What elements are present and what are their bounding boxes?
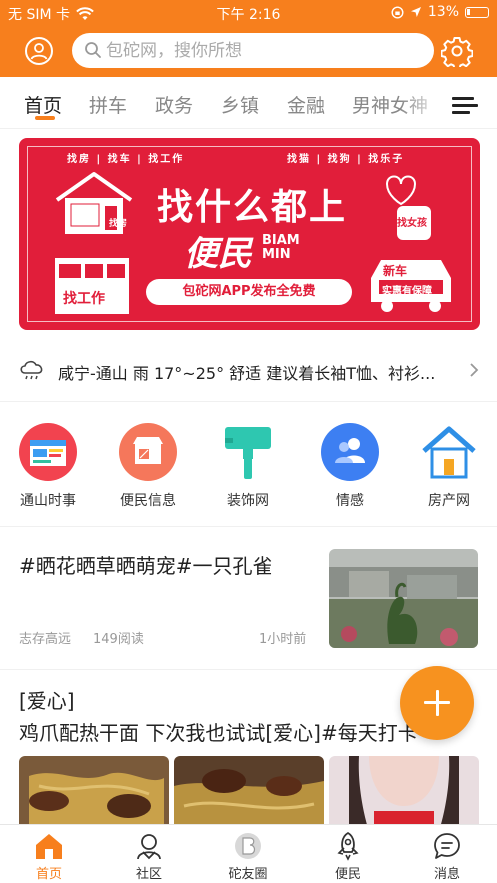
rocket-icon — [337, 832, 359, 861]
weather-bar[interactable]: 咸宁-通山 雨 17°~25° 舒适 建议着长袖T恤、衬衫... — [0, 340, 497, 402]
bottom-nav: 首页 社区 砣友圈 便民 消息 — [0, 824, 497, 883]
banner-sub-en-1: BIAM — [262, 233, 300, 248]
tab-government[interactable]: 政务 — [155, 91, 193, 118]
tabs-menu-button[interactable] — [452, 97, 478, 114]
banner-heart-tag: 找女孩 — [397, 218, 427, 229]
gear-icon — [440, 37, 474, 70]
nav-messages[interactable]: 消息 — [412, 831, 482, 882]
location-arrow-icon — [410, 7, 421, 17]
food-photo — [174, 756, 324, 831]
promo-banner[interactable]: 找房 | 找车 | 找工作 找猫 | 找狗 | 找乐子 找房 找工作 找什么都上… — [19, 138, 480, 330]
banner-top-left-text: 找房 | 找车 | 找工作 — [67, 154, 185, 165]
menu-line — [452, 97, 474, 100]
chevron-right-icon — [470, 363, 479, 377]
banner-job-tag: 找工作 — [63, 291, 105, 307]
banner-sub-en-2: MIN — [262, 247, 291, 262]
quick-link-convenience[interactable]: 便民信息 — [103, 423, 193, 510]
nav-label: 便民 — [334, 867, 361, 882]
feed-item-title-line1: [爱心] — [19, 689, 75, 713]
banner-car-tag: 实惠有保障 — [382, 286, 432, 297]
people-illustration — [55, 258, 129, 314]
nav-label: 社区 — [135, 867, 162, 882]
news-icon — [19, 423, 77, 481]
heart-hand-illustration — [385, 175, 431, 240]
feed-item-image[interactable] — [19, 756, 169, 831]
banner-headline: 找什么都上 — [156, 187, 347, 228]
clock: 下午 2:16 — [216, 7, 281, 23]
app-header: 无 SIM 卡 下午 2:16 13% — [0, 0, 497, 77]
quick-link-label: 便民信息 — [120, 493, 176, 509]
banner-pill: 包砣网APP发布全免费 — [146, 279, 352, 305]
search-bar[interactable] — [72, 33, 434, 68]
people-icon — [321, 423, 379, 481]
weather-text: 咸宁-通山 雨 17°~25° 舒适 建议着长袖T恤、衬衫... — [58, 364, 436, 383]
rain-cloud-icon — [20, 360, 43, 380]
menu-line — [452, 111, 470, 114]
search-icon — [85, 42, 101, 58]
quick-link-emotion[interactable]: 情感 — [305, 423, 395, 510]
feed-item-image[interactable] — [174, 756, 324, 831]
tabs-fade — [400, 77, 445, 127]
tab-carpool[interactable]: 拼车 — [89, 91, 127, 118]
menu-line — [452, 104, 478, 107]
banner-top-right-text: 找猫 | 找狗 | 找乐子 — [287, 154, 405, 165]
feed-item[interactable]: #晒花晒草晒萌宠#一只孔雀 志存高远 149阅读 1小时前 — [0, 530, 497, 670]
quick-link-label: 情感 — [336, 493, 364, 509]
carousel-dots — [209, 321, 244, 330]
quick-link-label: 通山时事 — [20, 493, 76, 509]
feed-item-thumbnail[interactable] — [329, 549, 478, 648]
quick-link-news[interactable]: 通山时事 — [3, 423, 93, 510]
banner-house-label: 找房 — [109, 219, 128, 229]
status-bar: 无 SIM 卡 下午 2:16 13% — [0, 0, 497, 26]
quick-link-label: 房产网 — [428, 493, 470, 509]
tab-finance[interactable]: 金融 — [287, 91, 325, 118]
feed-item-reads: 149阅读 — [93, 632, 144, 647]
feed-item-image[interactable] — [329, 756, 479, 831]
category-tabs: 首页 拼车 政务 乡镇 金融 男神女神 — [0, 77, 497, 129]
peacock-photo — [329, 549, 478, 648]
tab-home[interactable]: 首页 — [24, 91, 62, 118]
home-icon — [36, 834, 62, 859]
plus-icon — [435, 690, 439, 716]
banner-newcar-tag: 新车 — [383, 264, 408, 278]
quick-link-realestate[interactable]: 房产网 — [404, 423, 494, 510]
nav-home[interactable]: 首页 — [14, 831, 84, 882]
nav-label: 砣友圈 — [228, 867, 268, 882]
battery-icon — [465, 6, 489, 18]
rotation-lock-icon — [391, 5, 404, 19]
nav-label: 消息 — [433, 867, 460, 882]
user-profile-button[interactable] — [25, 37, 53, 65]
portrait-photo — [329, 756, 479, 831]
battery-percent: 13% — [427, 4, 459, 20]
tab-towns[interactable]: 乡镇 — [221, 91, 259, 118]
friends-circle-icon — [235, 833, 261, 859]
message-icon — [434, 833, 460, 859]
settings-button[interactable] — [440, 35, 474, 70]
user-icon — [30, 43, 48, 60]
quick-links: 通山时事 便民信息 装饰网 情感 房产网 — [0, 405, 497, 527]
community-icon — [137, 834, 161, 860]
quick-link-decoration[interactable]: 装饰网 — [203, 423, 293, 510]
paint-roller-icon — [225, 427, 271, 479]
food-photo — [19, 756, 169, 831]
active-tab-indicator — [35, 116, 55, 120]
shop-icon — [119, 423, 177, 481]
banner-sub-title: 便民 — [184, 234, 252, 274]
nav-label: 首页 — [35, 867, 62, 882]
house-icon — [422, 426, 476, 479]
add-post-button[interactable] — [400, 666, 474, 740]
quick-link-label: 装饰网 — [227, 493, 269, 509]
feed-item-author: 志存高远 — [19, 632, 72, 647]
feed-item-time: 1小时前 — [259, 632, 307, 647]
feed-item-title: #晒花晒草晒萌宠#一只孔雀 — [19, 554, 273, 578]
search-input[interactable] — [106, 38, 416, 63]
nav-community[interactable]: 社区 — [114, 831, 184, 882]
nav-friends-circle[interactable]: 砣友圈 — [213, 831, 283, 882]
nav-convenience[interactable]: 便民 — [313, 831, 383, 882]
